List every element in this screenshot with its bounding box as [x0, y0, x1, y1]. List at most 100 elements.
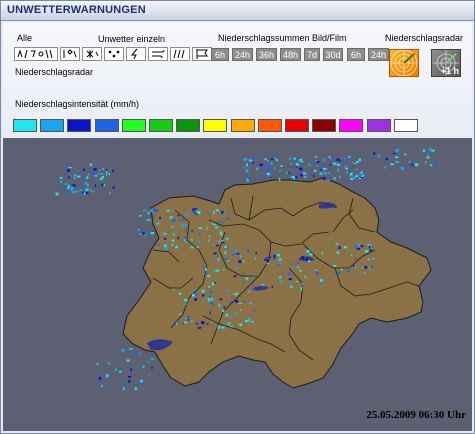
film-24h-button[interactable]: 24h — [368, 48, 389, 61]
radar-echo — [106, 374, 109, 378]
radar-echo — [223, 212, 226, 215]
radar-echo — [307, 260, 310, 263]
radar-echo — [315, 271, 318, 273]
radar-echo — [207, 213, 210, 215]
radar-echo — [138, 228, 140, 231]
radar-echo — [303, 176, 307, 178]
radar-echo — [171, 226, 174, 228]
flag-icon[interactable] — [192, 47, 212, 61]
radar-echo — [338, 246, 341, 249]
radar-echo — [207, 295, 211, 297]
radar-echo — [372, 245, 374, 248]
wind-icon[interactable] — [148, 47, 168, 61]
radar-echo — [184, 241, 188, 244]
radar-echo — [213, 211, 215, 215]
radar-echo — [221, 211, 224, 214]
radar-echo — [94, 175, 98, 177]
radar-echo — [278, 177, 281, 181]
radar-echo — [147, 361, 150, 364]
radar-image-button[interactable] — [389, 49, 419, 77]
rain-icon[interactable] — [170, 47, 190, 61]
sum-24h-button[interactable]: 24h — [232, 48, 253, 61]
radar-echo — [223, 306, 226, 309]
lightning-icon[interactable] — [126, 47, 146, 61]
radar-echo — [85, 188, 88, 191]
radar-echo — [174, 231, 177, 233]
radar-echo — [246, 163, 248, 167]
radar-echo — [359, 177, 361, 180]
sum-36h-button[interactable]: 36h — [256, 48, 277, 61]
radar-label: Niederschlagsradar — [385, 33, 464, 43]
radar-echo — [195, 323, 198, 325]
radar-echo — [215, 269, 219, 272]
sum-7d-button[interactable]: 7d — [304, 48, 320, 61]
radar-echo — [426, 156, 430, 159]
radar-echo — [355, 257, 357, 261]
radar-echo — [69, 167, 73, 169]
radar-echo — [211, 222, 213, 225]
radar-echo — [154, 209, 159, 212]
radar-echo — [220, 233, 223, 236]
radar-forecast-button[interactable]: +1 h — [431, 49, 461, 77]
radar-echo — [86, 176, 89, 179]
intensity-swatch — [257, 119, 282, 132]
radar-echo — [384, 166, 387, 169]
radar-echo — [167, 231, 170, 233]
radar-echo — [208, 299, 211, 302]
intensity-swatch — [393, 119, 418, 132]
radar-echo — [279, 276, 282, 279]
radar-echo — [377, 154, 380, 158]
all-warnings-icon[interactable] — [14, 47, 58, 61]
radar-echo — [252, 162, 255, 164]
radar-echo — [404, 153, 407, 156]
radar-echo — [225, 237, 229, 240]
radar-echo — [316, 161, 320, 163]
snow-icon[interactable] — [82, 47, 102, 61]
radar-echo — [426, 151, 428, 154]
sum-48h-button[interactable]: 48h — [280, 48, 301, 61]
radar-echo — [344, 165, 348, 168]
storm-icon[interactable] — [60, 47, 80, 61]
hail-icon[interactable] — [104, 47, 124, 61]
radar-echo — [231, 301, 233, 303]
radar-echo — [177, 236, 180, 240]
radar-echo — [295, 163, 299, 166]
radar-echo — [184, 236, 186, 239]
radar-echo — [367, 258, 370, 261]
radar-echo — [196, 240, 201, 243]
sum-30d-button[interactable]: 30d — [323, 48, 343, 61]
radar-echo — [112, 360, 114, 362]
radar-echo — [290, 285, 293, 288]
radar-echo — [274, 166, 276, 170]
radar-echo — [314, 156, 317, 158]
radar-echo — [194, 298, 197, 301]
radar-echo — [425, 161, 427, 164]
radar-echo — [164, 237, 167, 240]
radar-echo — [321, 166, 323, 169]
radar-echo — [167, 209, 170, 212]
radar-echo — [203, 266, 205, 269]
radar-echo — [82, 191, 84, 194]
sum-6h-button[interactable]: 6h — [211, 48, 229, 61]
radar-echo — [194, 213, 198, 215]
radar-echo — [205, 268, 207, 271]
radar-echo — [209, 311, 211, 314]
radar-echo — [314, 170, 317, 172]
radar-echo — [296, 156, 300, 159]
radar-echo — [191, 320, 194, 322]
radar-echo — [212, 223, 216, 226]
radar-echo — [244, 319, 248, 323]
film-6h-button[interactable]: 6h — [347, 48, 365, 61]
intensity-swatch — [94, 119, 119, 132]
radar-echo — [99, 178, 103, 181]
radar-echo — [184, 321, 187, 324]
radar-echo — [339, 175, 342, 179]
radar-echo — [368, 245, 371, 249]
radar-echo — [228, 301, 230, 304]
radar-echo — [226, 217, 230, 220]
radar-echo — [169, 216, 173, 219]
radar-echo — [291, 281, 293, 283]
radar-echo — [169, 210, 174, 212]
radar-echo — [319, 173, 322, 175]
radar-echo — [364, 266, 368, 269]
